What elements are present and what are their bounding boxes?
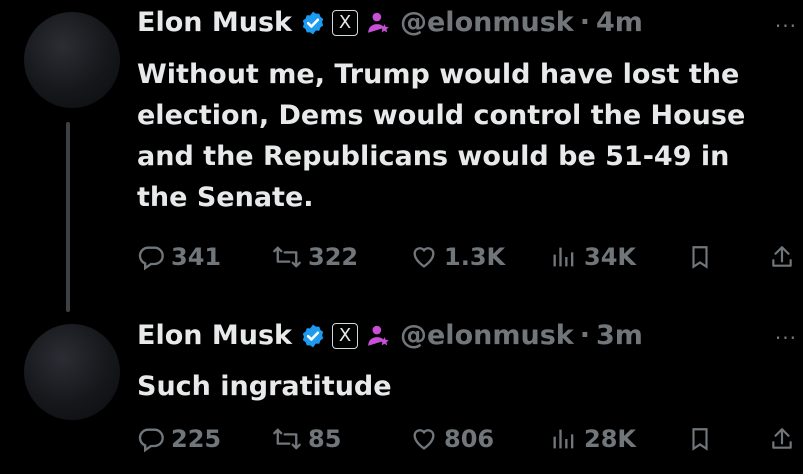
retweet-count: 322 bbox=[308, 243, 359, 271]
tweet-header: Elon Musk X @elonmusk · 3m bbox=[137, 320, 643, 351]
share-button[interactable] bbox=[769, 243, 801, 271]
reply-button[interactable]: 225 bbox=[137, 425, 221, 453]
bookmark-button[interactable] bbox=[687, 243, 719, 271]
views-chart-icon bbox=[553, 429, 574, 449]
views-button[interactable]: 34K bbox=[550, 243, 636, 271]
reply-count: 341 bbox=[171, 243, 222, 271]
thread-line bbox=[66, 122, 70, 312]
tweet-actions: 341 322 1.3K 34K bbox=[137, 243, 803, 277]
heart-icon bbox=[413, 247, 435, 268]
tweet[interactable]: Elon Musk X @elonmusk · 4m ··· Without m… bbox=[0, 0, 803, 312]
x-affiliate-badge-icon: X bbox=[332, 322, 358, 349]
x-affiliate-badge-icon: X bbox=[332, 9, 358, 36]
tweet-text: Such ingratitude bbox=[137, 371, 392, 402]
avatar[interactable] bbox=[24, 324, 120, 420]
reply-count: 225 bbox=[171, 425, 222, 453]
view-count: 28K bbox=[584, 425, 636, 453]
author-name[interactable]: Elon Musk bbox=[137, 7, 292, 38]
tweet-time[interactable]: 3m bbox=[596, 320, 643, 351]
views-chart-icon bbox=[553, 247, 574, 267]
author-handle[interactable]: @elonmusk bbox=[400, 7, 574, 38]
tweet-actions: 225 85 806 28K bbox=[137, 425, 803, 459]
retweet-button[interactable]: 85 bbox=[272, 425, 341, 453]
author-handle[interactable]: @elonmusk bbox=[400, 320, 574, 351]
more-options-icon[interactable]: ··· bbox=[775, 14, 797, 38]
like-button[interactable]: 806 bbox=[410, 425, 494, 453]
affiliate-person-icon bbox=[366, 10, 392, 36]
tweet-time[interactable]: 4m bbox=[596, 7, 643, 38]
retweet-icon bbox=[273, 246, 301, 268]
tweet-text: Without me, Trump would have lost the el… bbox=[137, 59, 746, 213]
like-count: 806 bbox=[444, 425, 495, 453]
retweet-count: 85 bbox=[308, 425, 342, 453]
bookmark-icon bbox=[692, 428, 708, 451]
author-name[interactable]: Elon Musk bbox=[137, 320, 292, 351]
tweet-header: Elon Musk X @elonmusk · 4m bbox=[137, 7, 643, 38]
view-count: 34K bbox=[584, 243, 636, 271]
tweet[interactable]: Elon Musk X @elonmusk · 3m ··· Such ingr… bbox=[0, 310, 803, 474]
reply-button[interactable]: 341 bbox=[137, 243, 221, 271]
heart-icon bbox=[413, 429, 435, 450]
retweet-button[interactable]: 322 bbox=[272, 243, 358, 271]
verified-badge-icon bbox=[300, 323, 326, 349]
like-button[interactable]: 1.3K bbox=[410, 243, 505, 271]
like-count: 1.3K bbox=[444, 243, 506, 271]
affiliate-person-icon bbox=[366, 323, 392, 349]
separator-dot: · bbox=[579, 7, 590, 38]
reply-icon bbox=[138, 428, 164, 453]
separator-dot: · bbox=[579, 320, 590, 351]
views-button[interactable]: 28K bbox=[550, 425, 636, 453]
share-button[interactable] bbox=[769, 425, 801, 453]
retweet-icon bbox=[273, 428, 301, 450]
reply-icon bbox=[138, 246, 164, 271]
share-icon bbox=[772, 428, 792, 449]
bookmark-icon bbox=[692, 246, 708, 269]
avatar[interactable] bbox=[24, 12, 120, 108]
verified-badge-icon bbox=[300, 10, 326, 36]
bookmark-button[interactable] bbox=[687, 425, 719, 453]
share-icon bbox=[772, 246, 792, 267]
more-options-icon[interactable]: ··· bbox=[775, 326, 797, 350]
